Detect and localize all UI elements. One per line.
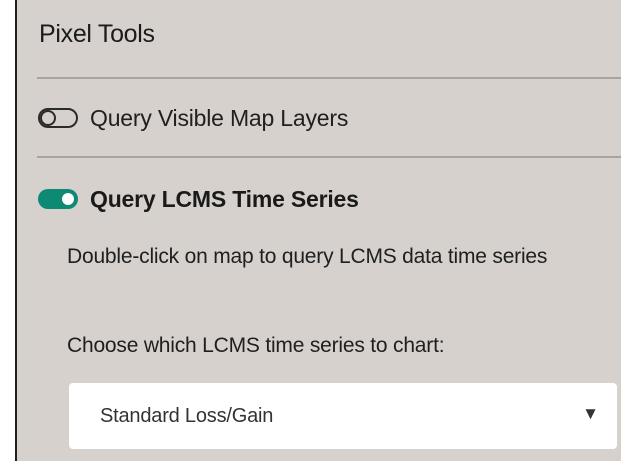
toggle-knob <box>62 193 74 205</box>
time-series-select[interactable]: Standard Loss/Gain ▼ <box>69 383 617 449</box>
divider <box>37 156 621 158</box>
toggle-knob <box>40 110 56 126</box>
toggle-label: Query Visible Map Layers <box>90 104 349 131</box>
choose-series-label: Choose which LCMS time series to chart: <box>67 334 445 357</box>
toggle-label: Query LCMS Time Series <box>90 185 359 212</box>
panel-title: Pixel Tools <box>39 20 155 48</box>
tool-description: Double-click on map to query LCMS data t… <box>67 245 548 268</box>
select-value: Standard Loss/Gain <box>100 405 274 427</box>
dropdown-arrow-icon[interactable]: ▼ <box>582 405 599 422</box>
query-lcms-time-series-toggle[interactable]: Query LCMS Time Series <box>38 184 359 214</box>
toggle-on-icon[interactable] <box>38 189 78 209</box>
query-visible-map-layers-toggle[interactable]: Query Visible Map Layers <box>38 103 348 133</box>
pixel-tools-panel: Pixel Tools Query Visible Map Layers Que… <box>15 0 621 461</box>
toggle-off-icon[interactable] <box>38 108 78 128</box>
divider <box>37 77 621 79</box>
